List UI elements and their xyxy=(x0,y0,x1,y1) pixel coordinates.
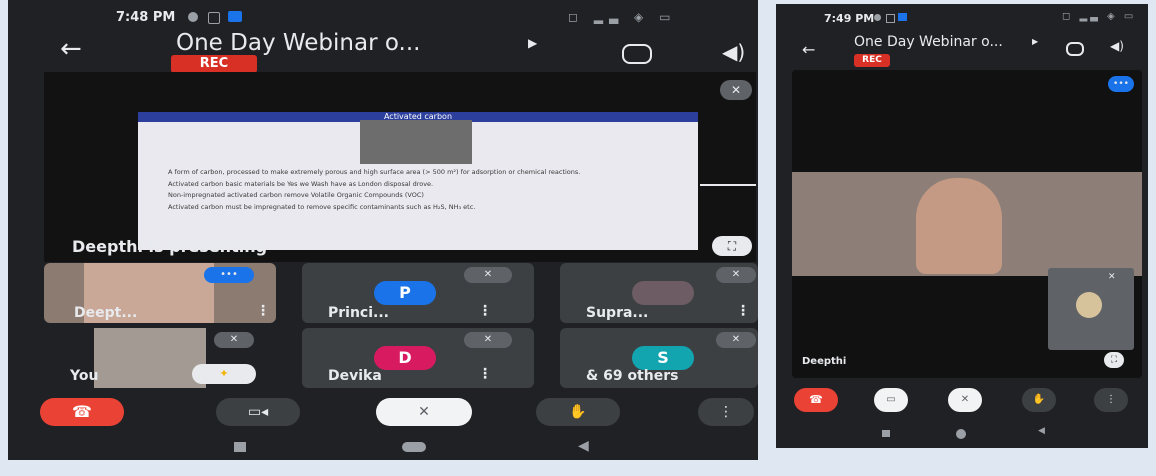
participant-name: Supra... xyxy=(586,305,649,321)
effects-icon[interactable]: ✦ xyxy=(192,364,256,384)
rec-badge: REC xyxy=(854,54,890,67)
home-icon[interactable] xyxy=(956,429,966,439)
app-badge-icon xyxy=(898,13,907,21)
recents-icon[interactable] xyxy=(234,442,246,452)
speaker-video xyxy=(792,172,1142,276)
raise-hand-button[interactable]: ✋ xyxy=(1022,388,1056,412)
status-time: 7:49 PM xyxy=(824,12,875,25)
video-off-icon: ▭ xyxy=(886,394,896,405)
hang-up-icon: ☎ xyxy=(72,402,92,421)
participant-name: You xyxy=(70,368,99,384)
mic-off-icon: ✕ xyxy=(960,394,970,405)
mic-off-icon: ✕ xyxy=(464,267,512,283)
camera-toggle-button[interactable]: ▭ xyxy=(874,388,908,412)
status-icon xyxy=(886,14,895,23)
participant-tile-princi[interactable]: ✕ P Princi... ⋮ xyxy=(302,263,534,323)
recents-icon[interactable] xyxy=(882,430,890,437)
speaker-name: Deepthi xyxy=(802,356,847,367)
status-icon xyxy=(874,14,881,21)
mic-toggle-button[interactable]: ✕ xyxy=(948,388,982,412)
right-phone-screen: 7:49 PM ◻ ▂▃ ◈ ▭ ← One Day Webinar o... … xyxy=(776,4,1148,448)
participant-tile-deepthi[interactable]: ••• Deept... ⋮ xyxy=(44,263,276,323)
presentation-area[interactable]: ✕ Activated carbon A form of carbon, pro… xyxy=(44,72,756,262)
app-badge-icon xyxy=(228,11,242,22)
participant-name: Princi... xyxy=(328,305,389,321)
participant-name: Devika xyxy=(328,368,382,384)
speaking-indicator-icon: ••• xyxy=(1108,76,1134,92)
mic-off-icon: ✕ xyxy=(214,332,254,348)
participant-name: & 69 others xyxy=(586,368,679,384)
hand-icon: ✋ xyxy=(569,404,587,420)
mic-off-icon: ✕ xyxy=(720,80,752,100)
more-options-icon[interactable]: ⋮ xyxy=(478,366,492,382)
slide-bullet: Activated carbon basic materials be Yes … xyxy=(168,179,434,188)
participant-avatar: D xyxy=(374,346,436,370)
switch-camera-icon[interactable] xyxy=(622,44,652,64)
hang-up-icon: ☎ xyxy=(809,393,823,406)
mic-toggle-button[interactable]: ✕ xyxy=(376,398,472,426)
self-avatar xyxy=(1076,292,1102,318)
meeting-title[interactable]: One Day Webinar o... xyxy=(854,34,1003,50)
raise-hand-button[interactable]: ✋ xyxy=(536,398,620,426)
meeting-title[interactable]: One Day Webinar o... xyxy=(176,30,420,56)
back-arrow-icon[interactable]: ← xyxy=(60,34,82,64)
more-options-icon[interactable]: ⋮ xyxy=(478,303,492,319)
camera-toggle-button[interactable]: ▭◂ xyxy=(216,398,300,426)
mic-off-icon: ✕ xyxy=(716,267,756,283)
mic-off-icon: ✕ xyxy=(464,332,512,348)
hand-icon: ✋ xyxy=(1032,394,1046,405)
left-phone-screen: 7:48 PM ◻ ▂▃ ◈ ▭ ← One Day Webinar o... … xyxy=(8,0,758,460)
slide-bullet: Activated carbon must be impregnated to … xyxy=(168,202,476,211)
participant-name: Deept... xyxy=(74,305,138,321)
title-expand-icon[interactable]: ▶ xyxy=(528,36,537,50)
participant-avatar: S xyxy=(632,346,694,370)
back-icon[interactable]: ◀ xyxy=(1038,426,1045,436)
status-icon xyxy=(188,12,198,22)
speaker-icon[interactable]: ◀) xyxy=(1110,39,1124,53)
back-arrow-icon[interactable]: ← xyxy=(802,40,815,59)
mic-off-icon: ✕ xyxy=(716,332,756,348)
status-time: 7:48 PM xyxy=(116,10,176,25)
video-camera-icon: ▭◂ xyxy=(247,404,269,420)
end-call-button[interactable]: ☎ xyxy=(40,398,124,426)
more-options-icon: ⋮ xyxy=(1106,394,1116,405)
participant-tile-others[interactable]: ✕ S & 69 others xyxy=(560,328,758,388)
more-options-icon[interactable]: ⋮ xyxy=(256,303,270,319)
signal-battery-icon: ◻ ▂▃ ◈ ▭ xyxy=(1062,11,1137,22)
title-expand-icon[interactable]: ▶ xyxy=(1032,37,1038,46)
mic-off-icon: ✕ xyxy=(418,404,430,420)
participant-avatar: P xyxy=(374,281,436,305)
participant-tile-devika[interactable]: ✕ D Devika ⋮ xyxy=(302,328,534,388)
speaker-silhouette xyxy=(916,178,1002,274)
rec-badge: REC xyxy=(171,55,257,73)
slide-bullets: A form of carbon, processed to make extr… xyxy=(168,168,668,211)
slide-bullet: Non-impregnated activated carbon remove … xyxy=(168,191,424,199)
end-call-button[interactable]: ☎ xyxy=(794,388,838,412)
participant-avatar xyxy=(632,281,694,305)
participant-tile-supra[interactable]: ✕ Supra... ⋮ xyxy=(560,263,758,323)
signal-battery-icon: ◻ ▂▃ ◈ ▭ xyxy=(568,10,677,24)
slide-bullet: A form of carbon, processed to make extr… xyxy=(168,168,581,176)
main-video-area[interactable]: ••• ✕ Deepthi ⛶ xyxy=(792,70,1142,378)
shared-slide: Activated carbon A form of carbon, proce… xyxy=(138,112,698,250)
status-icon xyxy=(208,12,220,24)
self-video xyxy=(94,328,206,388)
switch-camera-icon[interactable] xyxy=(1066,42,1084,56)
more-options-icon: ⋮ xyxy=(719,404,733,420)
speaker-icon[interactable]: ◀) xyxy=(722,40,745,64)
presenting-label: Deepthi is presenting xyxy=(72,237,268,256)
slide-divider xyxy=(700,184,756,186)
fullscreen-icon[interactable]: ⛶ xyxy=(712,236,752,256)
participant-tile-you[interactable]: ✕ You ✦ xyxy=(44,328,276,388)
home-icon[interactable] xyxy=(402,442,426,452)
mic-off-icon: ✕ xyxy=(1108,272,1116,282)
more-options-button[interactable]: ⋮ xyxy=(1094,388,1128,412)
speaking-indicator-icon: ••• xyxy=(204,267,254,283)
more-options-button[interactable]: ⋮ xyxy=(698,398,754,426)
back-icon[interactable]: ◀ xyxy=(578,438,589,454)
more-options-icon[interactable]: ⋮ xyxy=(736,303,750,319)
pin-icon[interactable]: ⛶ xyxy=(1104,352,1124,368)
slide-image xyxy=(360,120,472,164)
self-view-tile[interactable]: ✕ xyxy=(1048,268,1134,350)
